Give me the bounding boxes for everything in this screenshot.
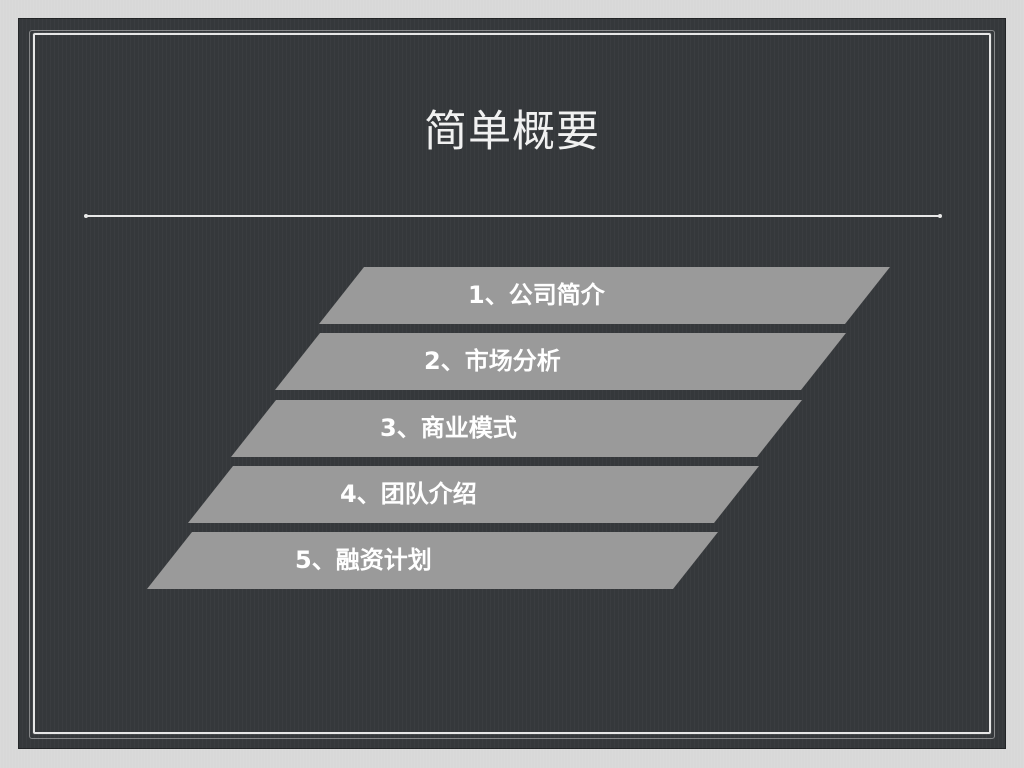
agenda-label: 5、融资计划: [295, 546, 432, 574]
agenda-item-financing-plan: 5、融资计划: [147, 532, 718, 589]
agenda-item-company-intro: 1、公司简介: [319, 267, 890, 324]
agenda-label: 2、市场分析: [424, 347, 561, 375]
presentation-slide: 简单概要 1、公司简介 2、市场分析 3、商业模式 4、团队介绍 5、融资计划: [0, 0, 1024, 768]
agenda-label: 3、商业模式: [380, 414, 517, 442]
agenda-label: 1、公司简介: [468, 281, 605, 309]
agenda-item-market-analysis: 2、市场分析: [275, 333, 846, 390]
title-divider: [84, 214, 942, 218]
agenda-label: 4、团队介绍: [340, 480, 477, 508]
slide-title: 简单概要: [424, 107, 600, 157]
agenda-item-business-model: 3、商业模式: [231, 400, 802, 457]
agenda-item-team-intro: 4、团队介绍: [188, 466, 759, 523]
